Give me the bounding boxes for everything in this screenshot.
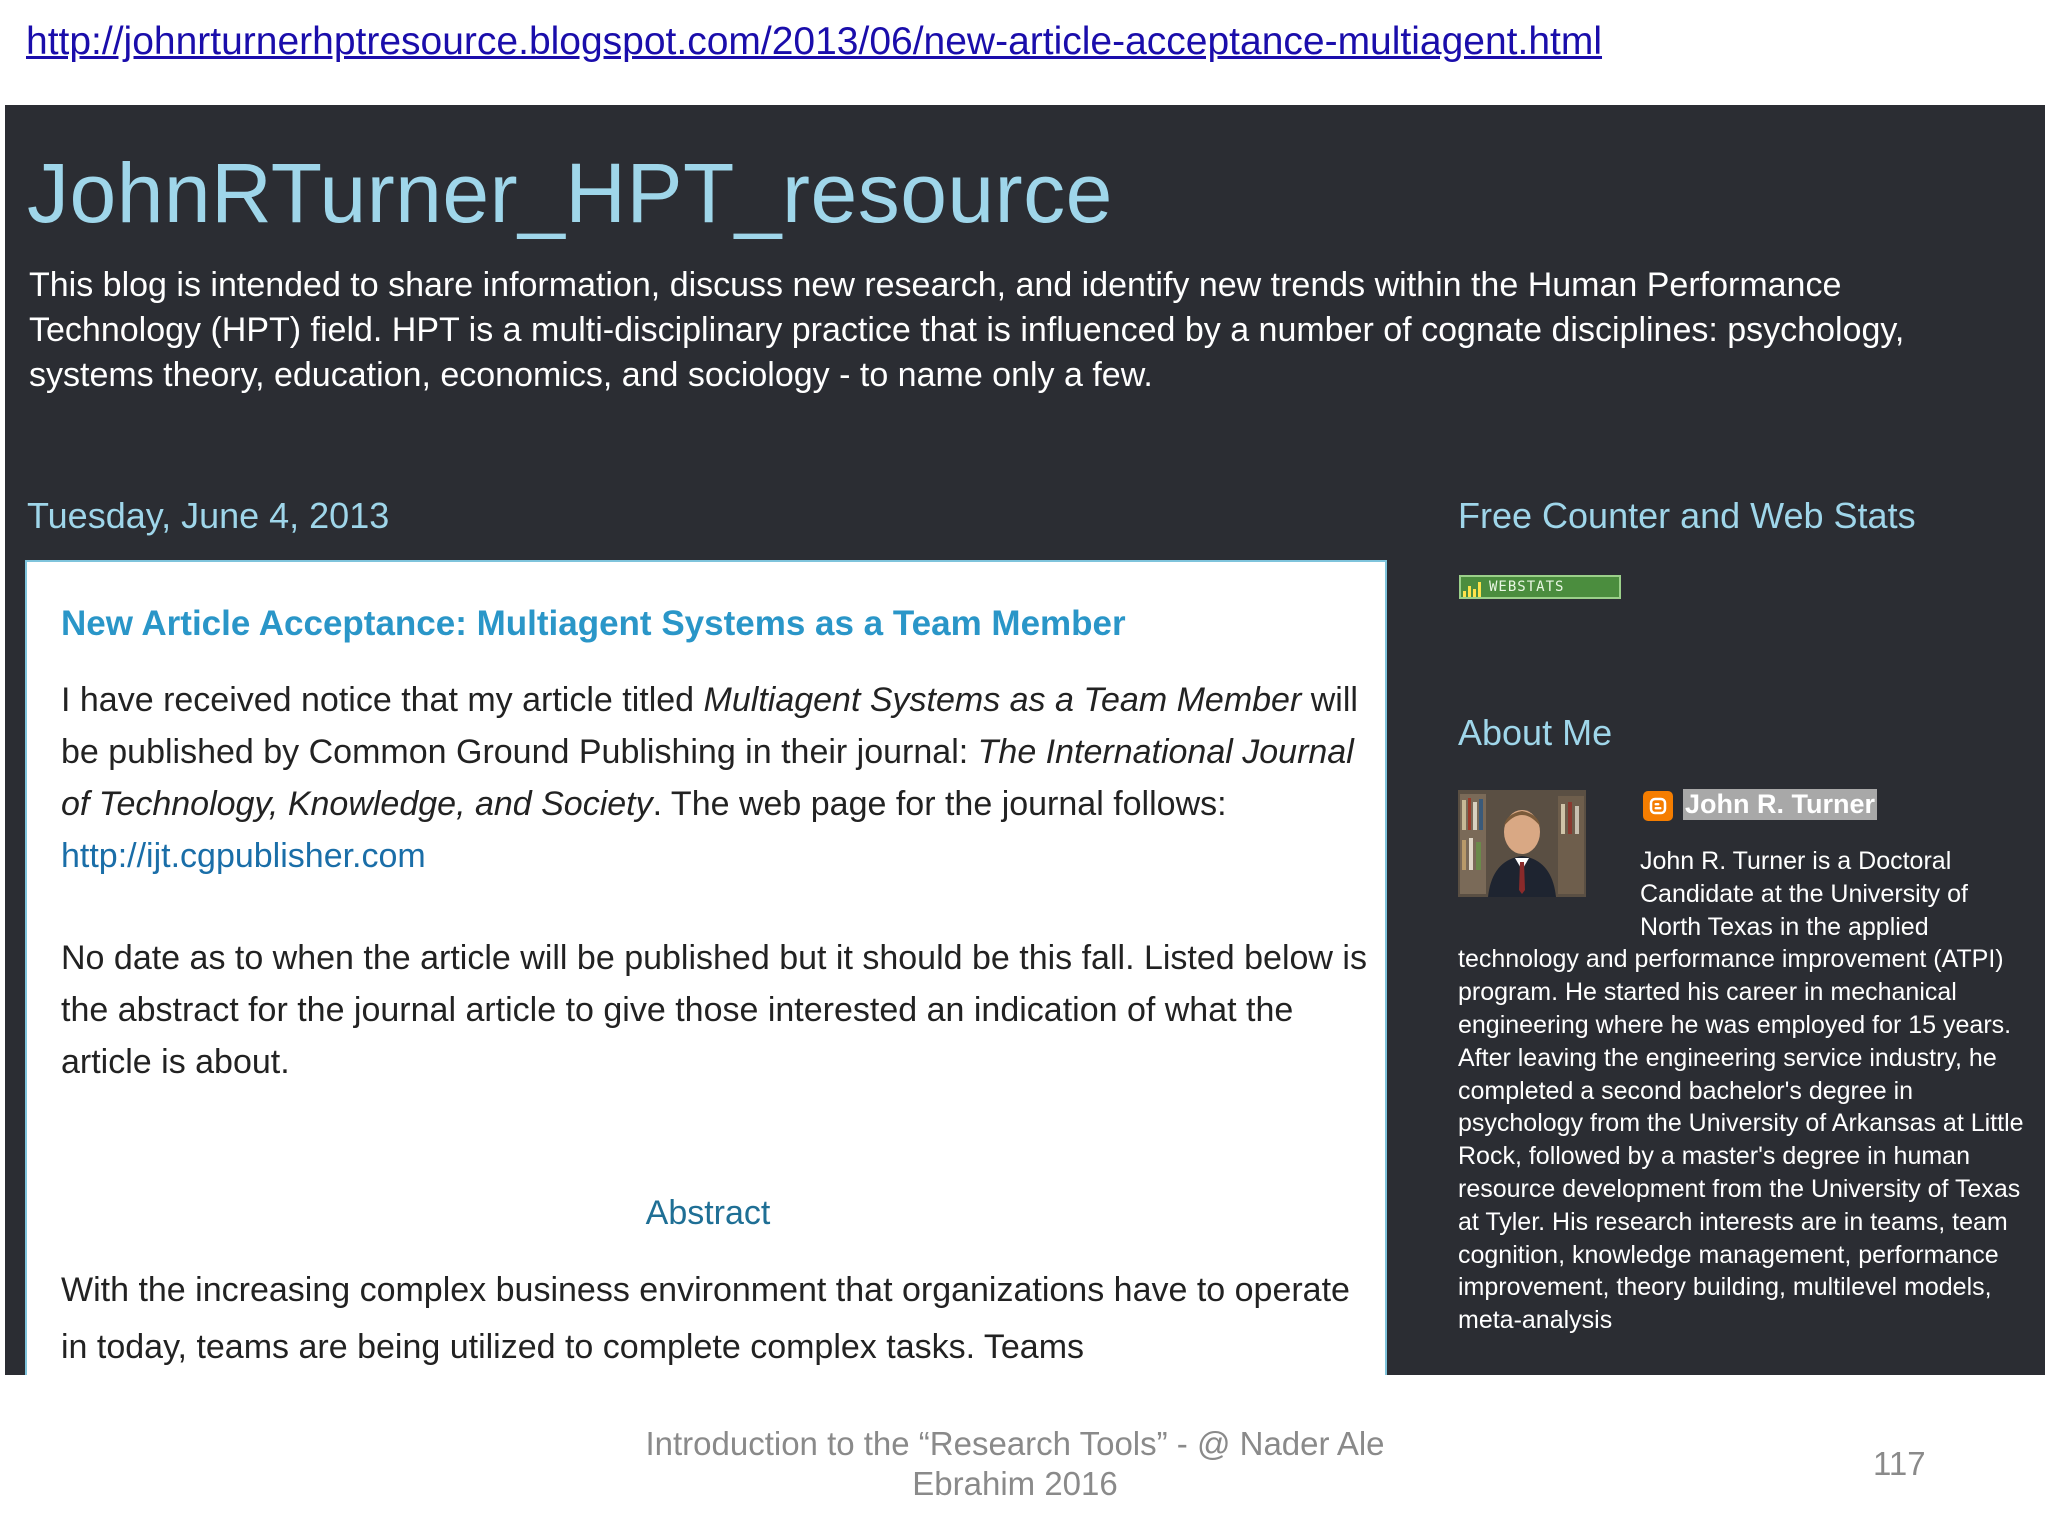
article-title: Multiagent Systems as a Team Member bbox=[703, 681, 1302, 719]
webstats-badge[interactable]: WEBSTATS bbox=[1459, 575, 1621, 599]
slide-number: 117 bbox=[1873, 1445, 1926, 1482]
profile-name-link[interactable]: John R. Turner bbox=[1683, 789, 1878, 820]
about-me-heading: About Me bbox=[1458, 712, 1613, 753]
page-url-link[interactable]: http://johnrturnerhptresource.blogspot.c… bbox=[26, 20, 1602, 64]
blog-description: This blog is intended to share informati… bbox=[29, 266, 1905, 394]
abstract-heading: Abstract bbox=[645, 1194, 771, 1232]
bar-chart-icon bbox=[1461, 577, 1485, 597]
para1-text-1: I have received notice that my article t… bbox=[61, 681, 704, 719]
para1-text-3: . The web page for the journal follows: bbox=[652, 785, 1227, 823]
journal-link[interactable]: http://ijt.cgpublisher.com bbox=[61, 837, 426, 875]
counter-heading: Free Counter and Web Stats bbox=[1458, 495, 1916, 536]
post-paragraph-1: I have received notice that my article t… bbox=[61, 674, 1371, 882]
post-title[interactable]: New Article Acceptance: Multiagent Syste… bbox=[61, 604, 1126, 644]
blog-screenshot: JohnRTurner_HPT_resource This blog is in… bbox=[5, 105, 2045, 1375]
footer-caption: Introduction to the “Research Tools” - @… bbox=[645, 1425, 1385, 1502]
blog-title[interactable]: JohnRTurner_HPT_resource bbox=[27, 145, 1113, 242]
profile-bio: John R. Turner is a Doctoral Candidate a… bbox=[1458, 845, 2030, 1337]
post-paragraph-2: No date as to when the article will be p… bbox=[61, 939, 1367, 1081]
post-container: New Article Acceptance: Multiagent Syste… bbox=[25, 560, 1387, 1375]
webstats-label: WEBSTATS bbox=[1489, 579, 1565, 595]
abstract-text: With the increasing complex business env… bbox=[61, 1271, 1350, 1366]
post-date: Tuesday, June 4, 2013 bbox=[27, 495, 390, 536]
blogger-icon[interactable] bbox=[1643, 791, 1673, 821]
